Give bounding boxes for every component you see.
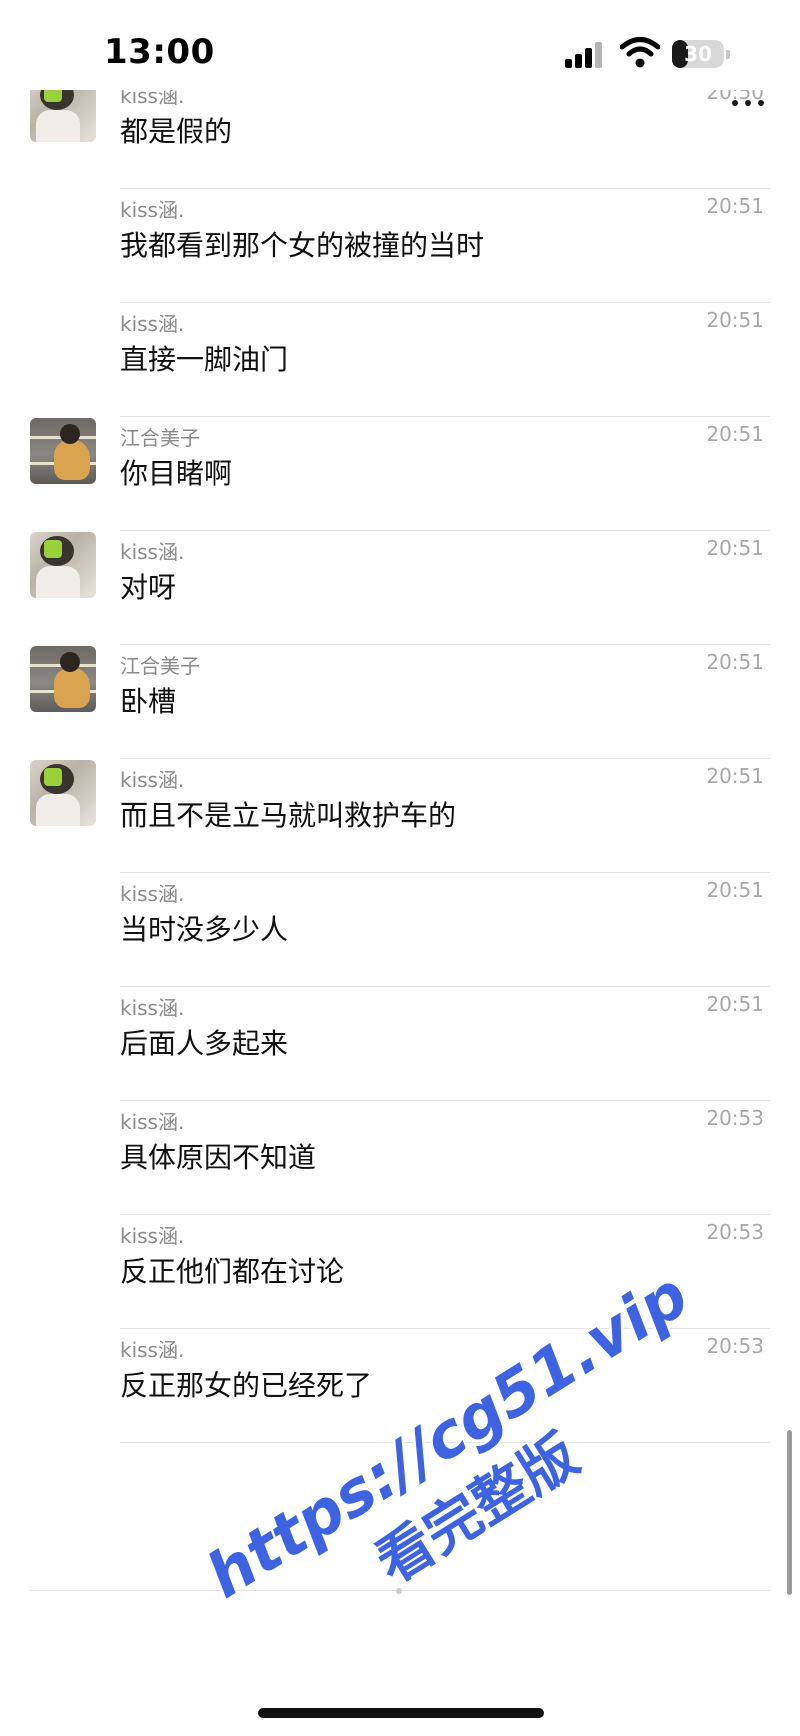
battery-level-text: 30 bbox=[684, 42, 712, 66]
sender-name: kiss涵. bbox=[120, 1110, 185, 1134]
scrollbar[interactable] bbox=[787, 1430, 792, 1595]
message-text: 卧槽 bbox=[120, 685, 177, 718]
message-time: 20:53 bbox=[706, 1334, 764, 1358]
message-text: 具体原因不知道 bbox=[120, 1141, 317, 1174]
message-time: 20:51 bbox=[706, 194, 764, 218]
message-text: 而且不是立马就叫救护车的 bbox=[120, 799, 457, 832]
status-time: 13:00 bbox=[104, 32, 215, 72]
message-text: 反正那女的已经死了 bbox=[120, 1369, 373, 1402]
message-text: 直接一脚油门 bbox=[120, 343, 289, 376]
wifi-icon bbox=[619, 36, 661, 68]
cellular-signal-icon bbox=[565, 40, 605, 68]
sender-name: 江合美子 bbox=[120, 426, 200, 450]
message-time: 20:51 bbox=[706, 650, 764, 674]
message-time: 20:51 bbox=[706, 878, 764, 902]
message-row[interactable]: kiss涵. 20:51 而且不是立马就叫救护车的 bbox=[0, 746, 800, 873]
message-time: 20:51 bbox=[706, 308, 764, 332]
message-text: 我都看到那个女的被撞的当时 bbox=[120, 229, 485, 262]
message-row[interactable]: 江合美子 20:51 卧槽 bbox=[0, 632, 800, 759]
message-row[interactable]: kiss涵. 20:51 直接一脚油门 bbox=[0, 290, 800, 417]
divider bbox=[120, 1442, 770, 1443]
sender-name: kiss涵. bbox=[120, 1338, 185, 1362]
message-text: 反正他们都在讨论 bbox=[120, 1255, 345, 1288]
avatar[interactable] bbox=[30, 532, 96, 598]
message-text: 后面人多起来 bbox=[120, 1027, 289, 1060]
avatar[interactable] bbox=[30, 90, 96, 142]
message-time: 20:50 bbox=[706, 90, 764, 104]
message-row[interactable]: 江合美子 20:51 你目睹啊 bbox=[0, 404, 800, 531]
message-text: 你目睹啊 bbox=[120, 457, 233, 490]
avatar[interactable] bbox=[30, 760, 96, 826]
message-time: 20:51 bbox=[706, 536, 764, 560]
message-row[interactable]: kiss涵. 20:51 后面人多起来 bbox=[0, 974, 800, 1101]
message-row[interactable]: kiss涵. 20:53 具体原因不知道 bbox=[0, 1088, 800, 1215]
sender-name: kiss涵. bbox=[120, 312, 185, 336]
status-bar: 13:00 30 bbox=[0, 0, 800, 100]
message-time: 20:53 bbox=[706, 1106, 764, 1130]
message-row[interactable]: kiss涵. 20:51 当时没多少人 bbox=[0, 860, 800, 987]
home-indicator[interactable] bbox=[258, 1708, 544, 1718]
message-time: 20:53 bbox=[706, 1220, 764, 1244]
message-row[interactable]: kiss涵. 20:51 我都看到那个女的被撞的当时 bbox=[0, 176, 800, 303]
message-row[interactable]: kiss涵. 20:53 反正他们都在讨论 bbox=[0, 1202, 800, 1329]
sender-name: kiss涵. bbox=[120, 996, 185, 1020]
message-time: 20:51 bbox=[706, 764, 764, 788]
sender-name: kiss涵. bbox=[120, 540, 185, 564]
message-text: 对呀 bbox=[120, 571, 177, 604]
sender-name: kiss涵. bbox=[120, 1224, 185, 1248]
message-list[interactable]: kiss涵. 都是假的 kiss涵. 20:51 我都看到那个女的被撞的当时 kiss涵.… bbox=[0, 90, 800, 1650]
sender-name: 江合美子 bbox=[120, 654, 200, 678]
battery-icon: 30 bbox=[672, 40, 730, 68]
message-time: 20:51 bbox=[706, 422, 764, 446]
sender-name: kiss涵. bbox=[120, 768, 185, 792]
sender-name: kiss涵. bbox=[120, 198, 185, 222]
avatar[interactable] bbox=[30, 646, 96, 712]
message-row[interactable]: kiss涵. 20:53 反正那女的已经死了 bbox=[0, 1316, 800, 1443]
message-row[interactable]: kiss涵. 都是假的 bbox=[0, 90, 800, 189]
sender-name: kiss涵. bbox=[120, 90, 185, 108]
message-row[interactable]: kiss涵. 20:51 对呀 bbox=[0, 518, 800, 645]
message-time: 20:51 bbox=[706, 992, 764, 1016]
page-indicator-dot bbox=[396, 1588, 402, 1594]
avatar[interactable] bbox=[30, 418, 96, 484]
message-text: 当时没多少人 bbox=[120, 913, 289, 946]
message-text: 都是假的 bbox=[120, 115, 233, 148]
sender-name: kiss涵. bbox=[120, 882, 185, 906]
